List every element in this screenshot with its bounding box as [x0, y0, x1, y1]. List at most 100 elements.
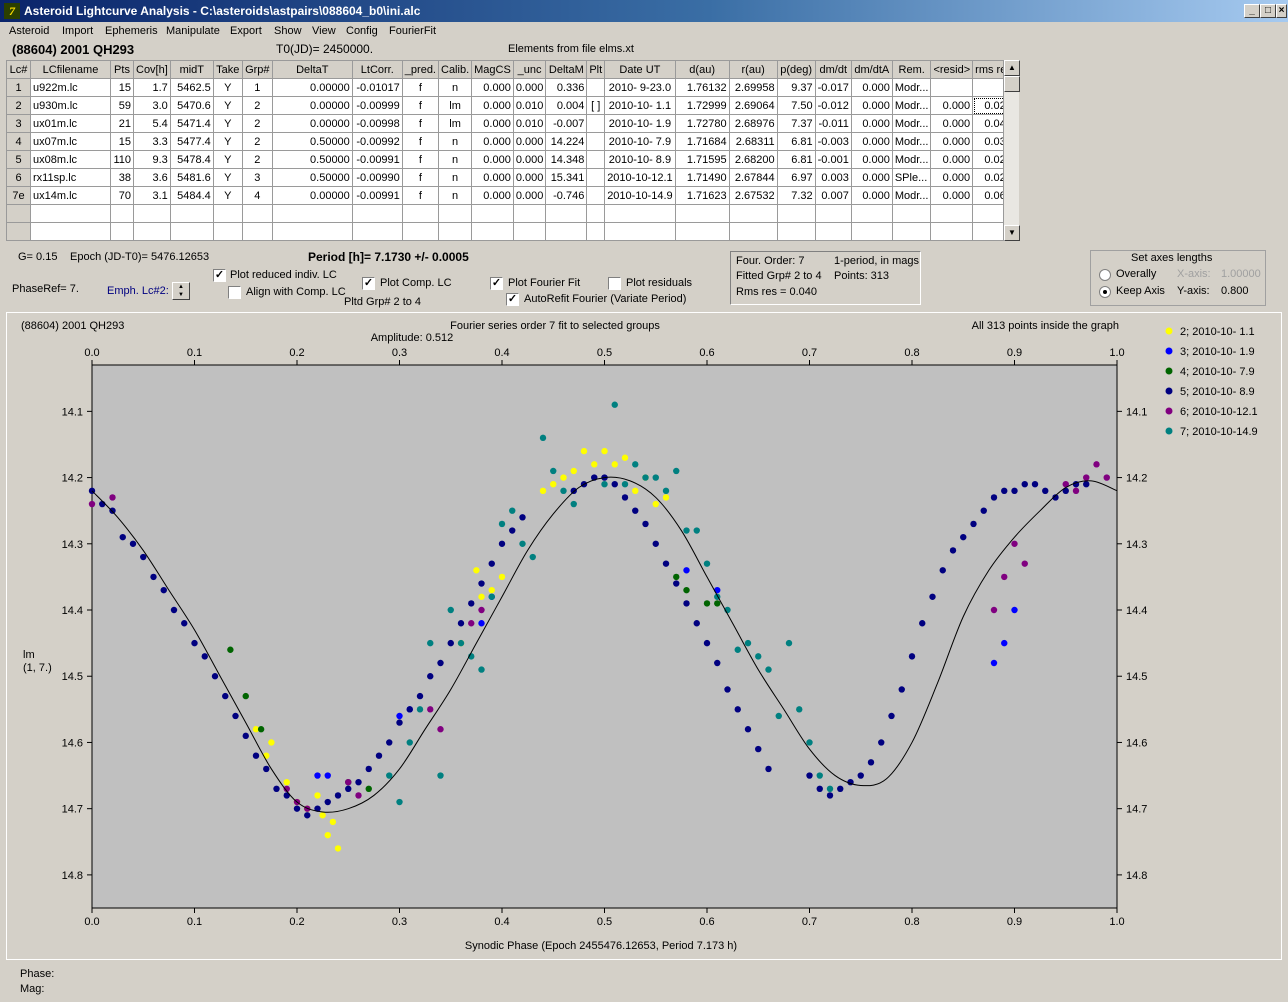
column-header[interactable]: LtCorr.	[351, 60, 403, 79]
column-header[interactable]: Calib.	[437, 60, 473, 79]
table-cell[interactable]: Y	[212, 114, 243, 133]
table-cell[interactable]: 0.010	[512, 96, 547, 115]
table-cell[interactable]: 7.50	[776, 96, 816, 115]
table-cell[interactable]: 2010-10-14.9	[604, 186, 676, 205]
table-cell[interactable]: 2.67844	[728, 168, 778, 187]
table-cell[interactable]: 2.67532	[728, 186, 778, 205]
table-cell[interactable]: -0.011	[814, 114, 852, 133]
table-cell[interactable]	[586, 222, 606, 241]
table-cell[interactable]	[545, 204, 588, 223]
table-cell[interactable]: 0.000	[471, 96, 514, 115]
table-cell[interactable]: 9.3	[133, 150, 171, 169]
table-cell[interactable]	[586, 78, 606, 97]
table-cell[interactable]: 0.000	[930, 168, 974, 187]
column-header[interactable]: LCfilename	[30, 60, 111, 79]
table-cell[interactable]: 2.69958	[728, 78, 778, 97]
table-cell[interactable]: 0.000	[850, 114, 893, 133]
table-row[interactable]: 2 u930m.lc 59 3.0 5470.6 Y 2 0.00000 -0.00999 f lm…	[6, 96, 1015, 115]
table-cell[interactable]: 0.000	[512, 150, 547, 169]
lightcurve-plot-panel[interactable]: (88604) 2001 QH293 Fourier series order …	[6, 312, 1282, 960]
column-header[interactable]: Date UT	[604, 60, 676, 79]
align-comp-checkbox[interactable]	[228, 286, 241, 299]
table-row[interactable]: 5 ux08m.lc 110 9.3 5478.4 Y 2 0.50000 -0.00991 f n…	[6, 150, 1015, 169]
table-cell[interactable]: 5470.6	[169, 96, 214, 115]
table-cell[interactable]: 0.000	[471, 114, 514, 133]
table-cell[interactable]: 0.000	[930, 114, 974, 133]
empty-table-row[interactable]	[6, 204, 1015, 223]
column-header[interactable]: DeltaM	[545, 60, 588, 79]
menu-fourierfit[interactable]: FourierFit	[389, 25, 436, 37]
table-cell[interactable]: 1.76132	[674, 78, 730, 97]
table-cell[interactable]: 1.72780	[674, 114, 730, 133]
table-cell[interactable]	[930, 222, 974, 241]
table-cell[interactable]: 3	[241, 168, 273, 187]
menu-show[interactable]: Show	[274, 25, 302, 37]
menu-manipulate[interactable]: Manipulate	[166, 25, 220, 37]
table-cell[interactable]	[850, 222, 893, 241]
menu-export[interactable]: Export	[230, 25, 262, 37]
table-cell[interactable]	[674, 222, 730, 241]
table-cell[interactable]: 3.3	[133, 132, 171, 151]
table-cell[interactable]: 5477.4	[169, 132, 214, 151]
table-cell[interactable]	[133, 222, 171, 241]
table-cell[interactable]: -0.003	[814, 132, 852, 151]
table-cell[interactable]: 9.37	[776, 78, 816, 97]
table-cell[interactable]: 1.71623	[674, 186, 730, 205]
table-cell[interactable]: -0.00998	[351, 114, 403, 133]
table-cell[interactable]: 21	[110, 114, 134, 133]
table-cell[interactable]: 2	[241, 96, 273, 115]
table-cell[interactable]: -0.012	[814, 96, 852, 115]
table-cell[interactable]: 1.71595	[674, 150, 730, 169]
table-cell[interactable]: 15	[110, 132, 134, 151]
table-cell[interactable]: 0.000	[930, 132, 974, 151]
table-cell[interactable]: 2010- 9-23.0	[604, 78, 676, 97]
table-cell[interactable]: 0.007	[814, 186, 852, 205]
column-header[interactable]: Take	[212, 60, 243, 79]
column-header[interactable]: Plt	[586, 60, 606, 79]
row-header[interactable]: 6	[6, 168, 31, 187]
column-header[interactable]: DeltaT	[271, 60, 353, 79]
table-cell[interactable]: 0.000	[930, 150, 974, 169]
table-cell[interactable]: f	[401, 150, 440, 169]
table-cell[interactable]: [ ]	[586, 96, 606, 115]
table-cell[interactable]: 0.000	[471, 78, 514, 97]
table-cell[interactable]: 38	[110, 168, 134, 187]
table-cell[interactable]: 7.32	[776, 186, 816, 205]
row-header[interactable]: 1	[6, 78, 31, 97]
table-cell[interactable]: 5.4	[133, 114, 171, 133]
table-cell[interactable]	[776, 204, 816, 223]
lightcurve-plot[interactable]: (88604) 2001 QH293 Fourier series order …	[7, 313, 1283, 961]
table-cell[interactable]: 3.6	[133, 168, 171, 187]
row-header[interactable]	[6, 204, 31, 223]
keep-axis-radio[interactable]	[1099, 286, 1111, 298]
table-cell[interactable]: 3.1	[133, 186, 171, 205]
table-cell[interactable]	[437, 204, 473, 223]
table-cell[interactable]: 0.000	[512, 132, 547, 151]
table-cell[interactable]	[674, 204, 730, 223]
close-button[interactable]: ×	[1276, 4, 1287, 18]
column-header[interactable]: d(au)	[674, 60, 730, 79]
table-cell[interactable]	[586, 114, 606, 133]
table-cell[interactable]: f	[401, 96, 440, 115]
table-cell[interactable]: -0.00990	[351, 168, 403, 187]
overally-radio[interactable]	[1099, 269, 1111, 281]
table-cell[interactable]: 2010-10- 7.9	[604, 132, 676, 151]
table-cell[interactable]: 2	[241, 132, 273, 151]
autorefit-checkbox[interactable]: ✓	[506, 293, 519, 306]
table-cell[interactable]: 14.348	[545, 150, 588, 169]
table-cell[interactable]: n	[437, 168, 473, 187]
table-cell[interactable]	[728, 222, 778, 241]
table-cell[interactable]	[776, 222, 816, 241]
table-cell[interactable]: ux07m.lc	[30, 132, 111, 151]
column-header[interactable]: Cov[h]	[133, 60, 171, 79]
table-cell[interactable]: 0.000	[850, 168, 893, 187]
column-header[interactable]: MagCS	[471, 60, 514, 79]
table-cell[interactable]: 0.000	[471, 150, 514, 169]
table-cell[interactable]: 5462.5	[169, 78, 214, 97]
table-cell[interactable]	[133, 204, 171, 223]
column-header[interactable]: <resid>	[930, 60, 974, 79]
menu-config[interactable]: Config	[346, 25, 378, 37]
table-cell[interactable]: 7.37	[776, 114, 816, 133]
table-cell[interactable]: f	[401, 114, 440, 133]
scroll-thumb[interactable]	[1004, 76, 1020, 92]
